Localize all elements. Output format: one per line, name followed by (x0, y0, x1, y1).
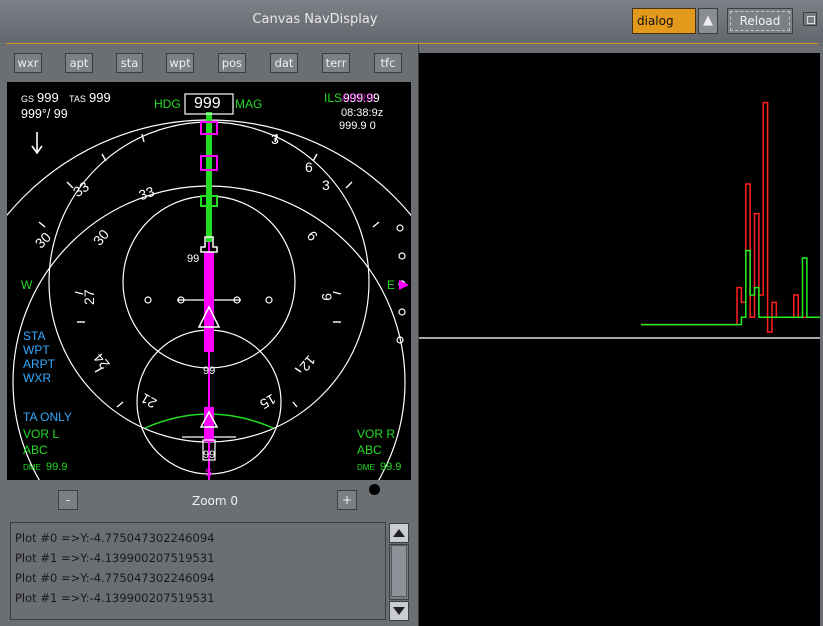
filter-wxr: WXR (23, 371, 51, 385)
tfc-button[interactable]: tfc (374, 53, 402, 73)
log-line: Plot #1 =>Y:-4.139900207519531 (15, 551, 215, 565)
apt-button[interactable]: apt (65, 53, 93, 73)
range-dots (144, 224, 406, 344)
svg-text:27: 27 (81, 289, 97, 305)
tas-label: TAS (69, 94, 86, 104)
svg-text:6: 6 (305, 159, 313, 175)
pos-button[interactable]: pos (218, 53, 246, 73)
time-readout: 08:38:9z (341, 107, 383, 119)
log-line: Plot #0 =>Y:-4.775047302246094 (15, 571, 215, 585)
dialog-dropdown-icon[interactable]: ▲ (698, 8, 718, 34)
heading-line (197, 112, 221, 480)
wind-readout: 999°/ 99 (21, 107, 68, 121)
ta-only-label: TA ONLY (23, 410, 72, 424)
s-label: S (205, 467, 212, 479)
gs-label: GS (21, 94, 34, 104)
vor-r-id: ABC (357, 443, 382, 457)
log-line: Plot #0 =>Y:-4.775047302246094 (15, 531, 215, 545)
filter-sta: STA (23, 329, 45, 343)
plot-canvas (419, 53, 820, 626)
svg-text:24: 24 (90, 350, 112, 372)
vor-r-dme-label: DME (357, 463, 375, 472)
e-label: E (387, 278, 395, 292)
vor-r-label: VOR R (357, 427, 395, 441)
reload-button[interactable]: Reload (727, 8, 793, 34)
terr-button[interactable]: terr (322, 53, 350, 73)
svg-text:30: 30 (32, 229, 54, 251)
close-icon (807, 16, 815, 24)
svg-text:9: 9 (319, 293, 335, 301)
filter-wpt: WPT (23, 343, 50, 357)
dist-readout: 999.9 0 (339, 120, 376, 132)
scroll-up-button[interactable] (389, 523, 409, 543)
ils-label: ILS (324, 91, 342, 105)
vor-r-dme: 99.9 (380, 461, 401, 473)
ring-value-2: 99 (203, 365, 215, 377)
wpt-button[interactable]: wpt (166, 53, 194, 73)
mag-label: MAG (235, 97, 262, 111)
compass-labels: 33 3 30 27 24 6 9 12 21 15 33 3 30 6 (32, 131, 335, 413)
dialog-select[interactable]: dialog (632, 8, 696, 34)
navigation-display[interactable]: GS 999 TAS 999 999°/ 99 HDG 999 MAG ILS … (7, 82, 411, 480)
svg-text:33: 33 (136, 183, 156, 203)
status-dot (369, 484, 380, 495)
scrollbar-thumb[interactable] (391, 545, 407, 597)
svg-text:30: 30 (90, 226, 112, 248)
svg-text:6: 6 (304, 228, 321, 244)
zoom-out-button[interactable]: - (58, 490, 78, 510)
log-output[interactable]: Plot #0 =>Y:-4.775047302246094 Plot #1 =… (10, 522, 386, 620)
overlay-text: ARRR (341, 91, 375, 105)
vor-l-dme: 99.9 (46, 461, 67, 473)
dat-button[interactable]: dat (270, 53, 298, 73)
hdg-value: 999 (194, 95, 221, 112)
gs-value: 999 (37, 90, 59, 105)
svg-text:3: 3 (322, 177, 330, 193)
ring-value: 99 (187, 253, 199, 265)
window-title: Canvas NavDisplay (252, 12, 378, 27)
wind-arrow-icon (31, 132, 43, 155)
svg-text:15: 15 (257, 391, 279, 413)
scroll-down-button[interactable] (389, 601, 409, 621)
zoom-in-button[interactable]: + (337, 490, 357, 510)
vor-l-dme-label: DME (23, 463, 41, 472)
svg-text:21: 21 (138, 390, 160, 412)
svg-text:3: 3 (271, 131, 279, 147)
close-button[interactable] (803, 12, 817, 26)
tas-value: 999 (89, 90, 111, 105)
filter-arpt: ARPT (23, 357, 56, 371)
w-label: W (21, 278, 33, 292)
hdg-label: HDG (154, 97, 181, 111)
sta-button[interactable]: sta (116, 53, 143, 73)
zoom-label: Zoom 0 (191, 494, 239, 508)
wxr-button[interactable]: wxr (14, 53, 42, 73)
vor-l-id: ABC (23, 443, 48, 457)
log-line: Plot #1 =>Y:-4.139900207519531 (15, 591, 215, 605)
vor-l-label: VOR L (23, 427, 59, 441)
plot-series-0 (641, 101, 820, 333)
ring-value-3: 99 (203, 449, 215, 461)
